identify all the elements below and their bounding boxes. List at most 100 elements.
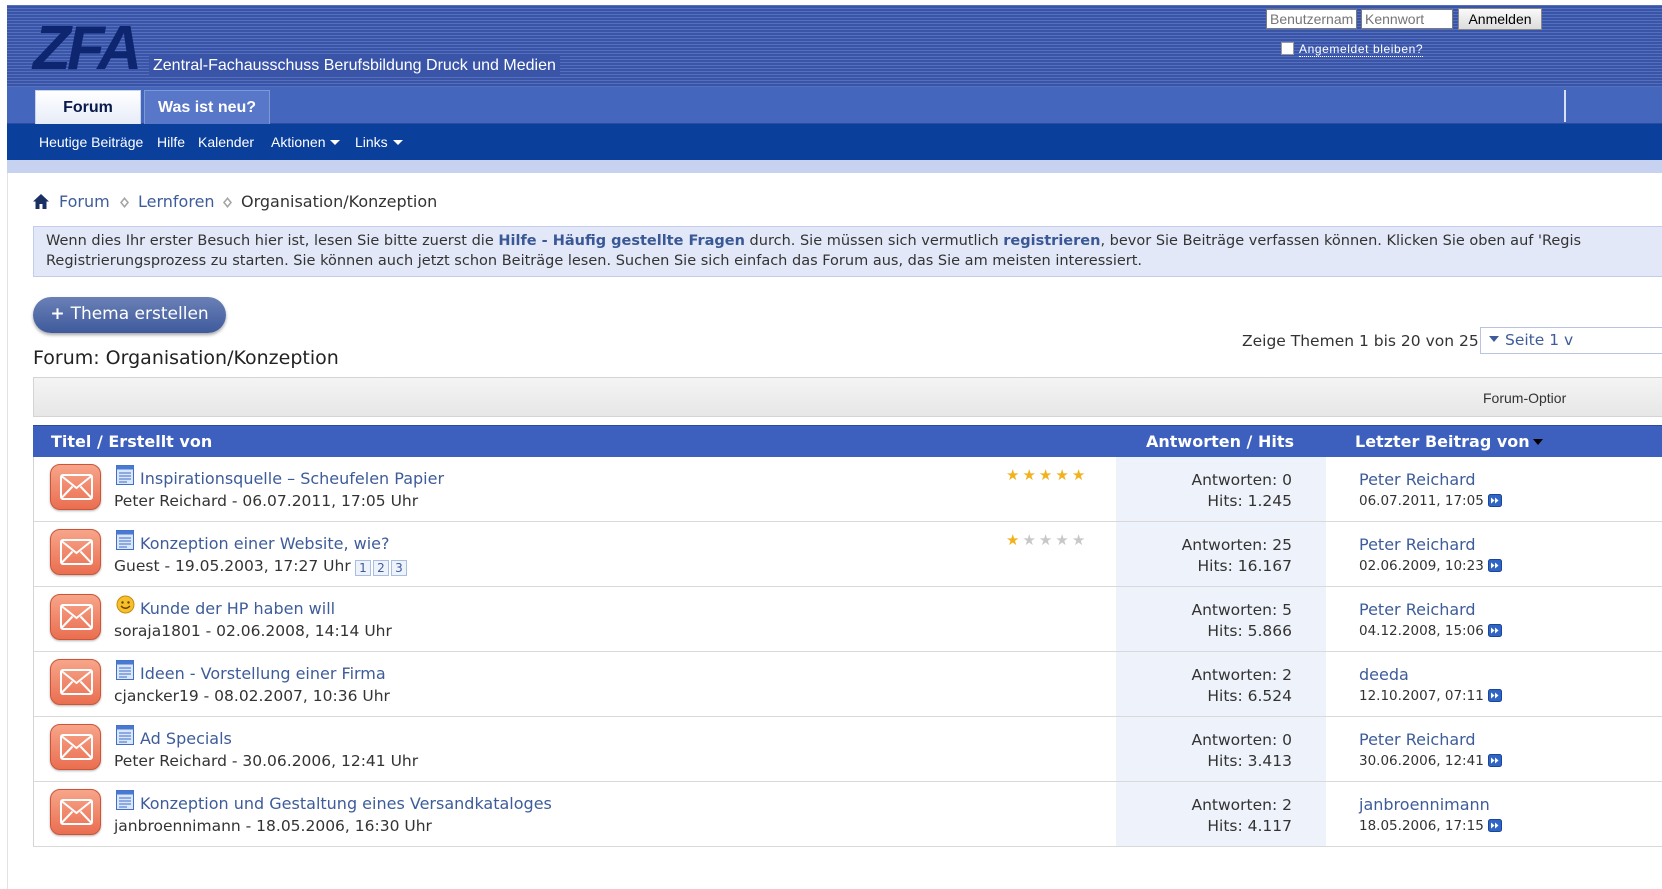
thread-title-link[interactable]: Inspirationsquelle – Scheufelen Papier xyxy=(140,469,444,489)
site-title: Zentral-Fachausschuss Berufsbildung Druc… xyxy=(149,56,560,76)
forum-title: Forum: Organisation/Konzeption xyxy=(33,347,339,369)
go-to-last-post-icon[interactable] xyxy=(1487,493,1502,513)
nav-links-menu[interactable]: Links xyxy=(355,133,403,151)
pagination-info: Zeige Themen 1 bis 20 von 25 xyxy=(1242,332,1479,350)
tab-whats-new[interactable]: Was ist neu? xyxy=(144,90,270,124)
home-icon[interactable] xyxy=(33,194,49,209)
column-title-header[interactable]: Titel / Erstellt von xyxy=(51,432,212,452)
unread-thread-envelope-icon xyxy=(50,789,101,835)
go-to-last-post-icon[interactable] xyxy=(1487,818,1502,838)
new-thread-label: Thema erstellen xyxy=(70,304,209,324)
nav-help[interactable]: Hilfe xyxy=(157,133,185,151)
thread-rating: ★ ★ ★ ★ ★ xyxy=(1006,466,1088,484)
thread-page-link[interactable]: 3 xyxy=(391,560,407,576)
column-last-post-label: Letzter Beitrag von xyxy=(1355,432,1530,451)
last-post-user-link[interactable]: Peter Reichard xyxy=(1359,470,1476,490)
thread-title-link[interactable]: Kunde der HP haben will xyxy=(140,599,335,619)
forum-options-menu[interactable]: Forum-Optior xyxy=(1483,390,1566,406)
document-icon xyxy=(116,465,134,485)
last-post-date-text: 18.05.2006, 17:15 xyxy=(1359,818,1484,834)
breadcrumb-forum-link[interactable]: Forum xyxy=(59,192,110,212)
thread-hits: Hits: 16.167 xyxy=(1197,557,1293,575)
register-link[interactable]: registrieren xyxy=(1003,233,1100,249)
thread-title-link[interactable]: Konzeption einer Website, wie? xyxy=(140,534,390,554)
star-filled-icon: ★ xyxy=(1022,466,1036,484)
thread-page-links: 123 xyxy=(355,558,409,576)
chevron-down-icon xyxy=(330,140,341,145)
thread-row[interactable]: Konzeption und Gestaltung eines Versandk… xyxy=(33,782,1662,847)
unread-thread-envelope-icon xyxy=(50,594,101,640)
nav-todays-posts-label: Heutige Beiträge xyxy=(39,134,144,150)
last-post-user-link[interactable]: janbroennimann xyxy=(1359,795,1490,815)
breadcrumb-separator-icon xyxy=(223,197,232,208)
breadcrumb-lernforen-link[interactable]: Lernforen xyxy=(138,192,215,212)
thread-title-link[interactable]: Ad Specials xyxy=(140,729,232,749)
thread-row[interactable]: Inspirationsquelle – Scheufelen Papier Pe… xyxy=(33,457,1662,522)
page-select-dropdown[interactable]: Seite 1 v xyxy=(1480,327,1662,354)
unread-thread-envelope-icon xyxy=(50,659,101,705)
nav-todays-posts[interactable]: Heutige Beiträge xyxy=(39,133,143,151)
thread-replies: Antworten: 5 xyxy=(1191,601,1293,619)
tab-forum[interactable]: Forum xyxy=(35,90,141,124)
thread-author-date: soraja1801 - 02.06.2008, 14:14 Uhr xyxy=(114,622,392,640)
go-to-last-post-icon[interactable] xyxy=(1487,558,1502,578)
password-input[interactable] xyxy=(1361,9,1453,29)
welcome-notice: Wenn dies Ihr erster Besuch hier ist, le… xyxy=(33,226,1662,277)
site-header: ZFA Zentral-Fachausschuss Berufsbildung … xyxy=(7,5,1662,87)
document-icon xyxy=(116,790,134,810)
thread-replies: Antworten: 2 xyxy=(1191,796,1293,814)
unread-thread-envelope-icon xyxy=(50,464,101,510)
faq-link[interactable]: Hilfe - Häufig gestellte Fragen xyxy=(498,233,745,249)
last-post-date: 02.06.2009, 10:23 xyxy=(1359,556,1502,578)
last-post-user-link[interactable]: Peter Reichard xyxy=(1359,730,1476,750)
last-post-user-link[interactable]: Peter Reichard xyxy=(1359,600,1476,620)
last-post-user-link[interactable]: Peter Reichard xyxy=(1359,535,1476,555)
forum-page: ZFA Zentral-Fachausschuss Berufsbildung … xyxy=(0,0,1662,889)
thread-page-link[interactable]: 2 xyxy=(373,560,389,576)
thread-row[interactable]: Konzeption einer Website, wie? Guest - 19… xyxy=(33,522,1662,587)
chevron-down-icon xyxy=(1489,336,1499,342)
forum-options-bar: Forum-Optior xyxy=(33,377,1662,417)
star-filled-icon: ★ xyxy=(1006,531,1020,549)
thread-row[interactable]: Ad Specials Peter Reichard - 30.06.2006, … xyxy=(33,717,1662,782)
thread-replies: Antworten: 25 xyxy=(1181,536,1292,554)
thread-hits: Hits: 6.524 xyxy=(1207,687,1292,705)
thread-title-link[interactable]: Konzeption und Gestaltung eines Versandk… xyxy=(140,794,552,814)
breadcrumb-separator-icon xyxy=(120,197,129,208)
nav-actions-label: Aktionen xyxy=(271,134,326,150)
remember-me-label[interactable]: Angemeldet bleiben? xyxy=(1299,43,1424,57)
sort-desc-icon xyxy=(1532,439,1543,445)
thread-title-link[interactable]: Ideen - Vorstellung einer Firma xyxy=(140,664,386,684)
login-button[interactable]: Anmelden xyxy=(1458,8,1542,30)
thread-author-date: Guest - 19.05.2003, 17:27 Uhr xyxy=(114,557,351,575)
document-icon xyxy=(116,660,134,680)
thread-row[interactable]: Ideen - Vorstellung einer Firma cjancker1… xyxy=(33,652,1662,717)
thread-hits: Hits: 3.413 xyxy=(1207,752,1292,770)
smiley-icon xyxy=(116,595,135,615)
thread-row[interactable]: Kunde der HP haben will soraja1801 - 02.0… xyxy=(33,587,1662,652)
nav-actions-menu[interactable]: Aktionen xyxy=(271,133,341,151)
site-logo[interactable]: ZFA xyxy=(33,18,142,80)
nav-calendar[interactable]: Kalender xyxy=(198,133,254,151)
last-post-date: 06.07.2011, 17:05 xyxy=(1359,491,1502,513)
last-post-user-link[interactable]: deeda xyxy=(1359,665,1409,685)
remember-me-checkbox[interactable] xyxy=(1281,42,1294,55)
go-to-last-post-icon[interactable] xyxy=(1487,753,1502,773)
column-stats-header[interactable]: Antworten / Hits xyxy=(1146,432,1294,452)
go-to-last-post-icon[interactable] xyxy=(1487,623,1502,643)
last-post-date-text: 12.10.2007, 07:11 xyxy=(1359,688,1484,704)
nav-help-label: Hilfe xyxy=(157,134,186,150)
go-to-last-post-icon[interactable] xyxy=(1487,688,1502,708)
username-input[interactable] xyxy=(1266,9,1357,29)
notice-line-1: Wenn dies Ihr erster Besuch hier ist, le… xyxy=(46,231,1662,251)
tab-bar-divider xyxy=(1564,90,1566,122)
thread-page-link[interactable]: 1 xyxy=(355,560,371,576)
last-post-date: 18.05.2006, 17:15 xyxy=(1359,816,1502,838)
thread-replies: Antworten: 0 xyxy=(1191,731,1293,749)
thread-hits: Hits: 1.245 xyxy=(1207,492,1292,510)
notice-text: durch. Sie müssen sich vermutlich xyxy=(744,233,1004,249)
new-thread-button[interactable]: + Thema erstellen xyxy=(33,297,226,333)
plus-icon: + xyxy=(50,304,65,324)
star-filled-icon: ★ xyxy=(1055,466,1069,484)
column-last-post-header[interactable]: Letzter Beitrag von xyxy=(1355,432,1543,452)
